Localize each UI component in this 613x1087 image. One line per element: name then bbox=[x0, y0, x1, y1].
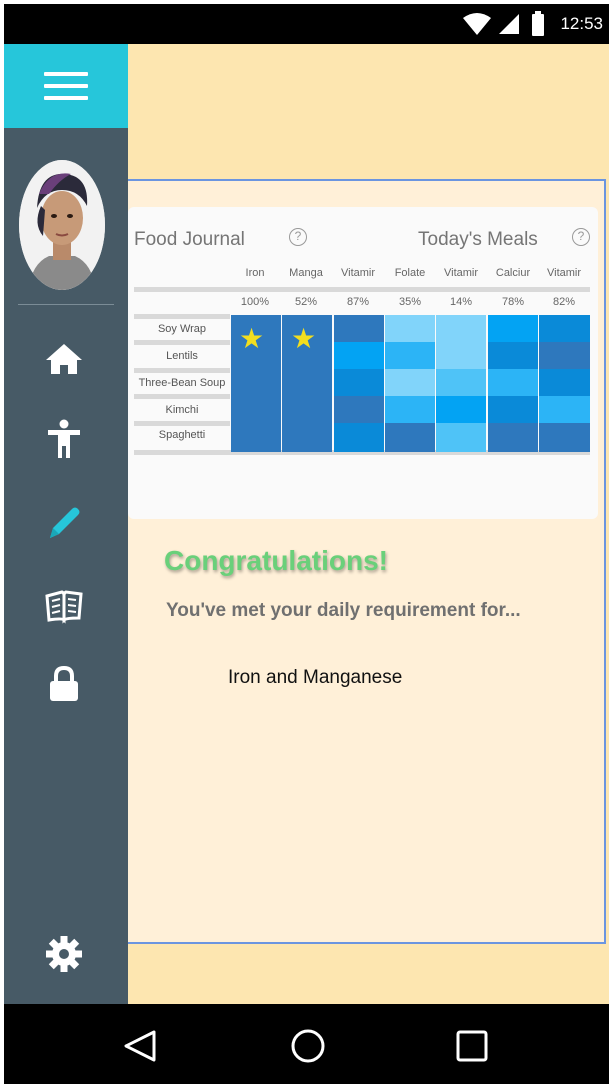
heatmap-cell bbox=[334, 369, 384, 396]
column-percent: 100% bbox=[240, 296, 270, 308]
column-percent: 35% bbox=[398, 296, 422, 308]
menu-button[interactable] bbox=[4, 44, 128, 128]
gear-icon[interactable] bbox=[44, 934, 84, 974]
recents-icon[interactable] bbox=[454, 1028, 490, 1064]
todays-meals-title: Today's Meals bbox=[418, 229, 538, 250]
lock-icon[interactable] bbox=[44, 664, 84, 704]
heatmap-cell bbox=[385, 369, 435, 396]
column-header: Calciur bbox=[495, 267, 531, 279]
heatmap-cell bbox=[385, 423, 435, 452]
food-journal-card: Food Journal ? Today's Meals ? Iron Mang… bbox=[128, 207, 598, 519]
row-divider bbox=[134, 368, 230, 373]
status-bar: 12:53 bbox=[4, 4, 609, 44]
side-nav bbox=[4, 44, 128, 1004]
back-icon[interactable] bbox=[122, 1028, 158, 1064]
heatmap-cell bbox=[488, 396, 538, 423]
table-divider bbox=[134, 287, 590, 292]
todays-meals-help-icon[interactable]: ? bbox=[572, 228, 590, 246]
wifi-icon bbox=[463, 13, 491, 35]
column-header: Folate bbox=[394, 267, 426, 279]
column-percent: 87% bbox=[346, 296, 370, 308]
congratulations-heading: Congratulations! bbox=[164, 545, 388, 576]
phone-frame: 12:53 Food Journal ? Today's Meals ? Iro… bbox=[0, 0, 613, 1087]
heatmap-cell bbox=[334, 342, 384, 369]
signal-icon bbox=[499, 14, 519, 34]
row-divider bbox=[134, 421, 230, 426]
content-frame: Food Journal ? Today's Meals ? Iron Mang… bbox=[128, 179, 606, 944]
row-divider bbox=[134, 394, 230, 399]
hamburger-icon bbox=[44, 72, 88, 76]
home-circle-icon[interactable] bbox=[290, 1028, 326, 1064]
avatar[interactable] bbox=[19, 160, 105, 290]
app-screen: Food Journal ? Today's Meals ? Iron Mang… bbox=[4, 44, 609, 1004]
heatmap-cell bbox=[488, 315, 538, 342]
heatmap-cell bbox=[436, 423, 486, 452]
home-icon[interactable] bbox=[44, 338, 84, 378]
heatmap-cell bbox=[385, 315, 435, 342]
star-icon: ★ bbox=[291, 323, 317, 354]
heatmap-cell bbox=[436, 369, 486, 396]
heatmap-cell bbox=[539, 342, 590, 369]
food-journal-title: Food Journal bbox=[134, 229, 245, 250]
column-header: Manga bbox=[289, 267, 323, 279]
column-percent: 14% bbox=[449, 296, 473, 308]
heatmap-cell bbox=[385, 396, 435, 423]
clock: 12:53 bbox=[560, 14, 603, 33]
food-journal-help-icon[interactable]: ? bbox=[289, 228, 307, 246]
heatmap-cell bbox=[488, 342, 538, 369]
hamburger-icon bbox=[44, 84, 88, 88]
heatmap-cell bbox=[539, 315, 590, 342]
row-divider bbox=[134, 314, 230, 319]
pencil-icon[interactable] bbox=[44, 502, 84, 542]
column-percent: 78% bbox=[501, 296, 525, 308]
food-row-label[interactable]: Three-Bean Soup bbox=[134, 377, 230, 389]
column-header: Vitamir bbox=[340, 267, 376, 279]
column-header: Iron bbox=[245, 267, 265, 279]
food-row-label[interactable]: Spaghetti bbox=[134, 429, 230, 441]
heatmap-cell bbox=[539, 396, 590, 423]
heatmap-cell bbox=[488, 423, 538, 452]
heatmap-cell bbox=[488, 369, 538, 396]
heatmap-cell bbox=[539, 423, 590, 452]
sidebar-divider bbox=[18, 304, 114, 305]
heatmap-cell bbox=[385, 342, 435, 369]
person-icon[interactable] bbox=[44, 418, 84, 458]
heatmap-cell bbox=[334, 423, 384, 452]
heatmap-cell bbox=[334, 396, 384, 423]
column-header: Vitamir bbox=[443, 267, 479, 279]
star-icon: ★ bbox=[239, 323, 265, 354]
android-nav-bar bbox=[4, 1004, 609, 1084]
met-nutrients-text: Iron and Manganese bbox=[228, 667, 403, 688]
battery-icon bbox=[532, 11, 544, 36]
column-percent: 52% bbox=[294, 296, 318, 308]
heatmap-cell bbox=[436, 315, 486, 369]
food-row-label[interactable]: Soy Wrap bbox=[134, 323, 230, 335]
heatmap-cell bbox=[539, 369, 590, 396]
heatmap-cell bbox=[436, 396, 486, 423]
column-header: Vitamir bbox=[546, 267, 582, 279]
heatmap-cell bbox=[334, 315, 384, 342]
food-row-label[interactable]: Kimchi bbox=[134, 404, 230, 416]
row-divider bbox=[134, 340, 230, 345]
column-percent: 82% bbox=[552, 296, 576, 308]
hamburger-icon bbox=[44, 96, 88, 100]
food-row-label[interactable]: Lentils bbox=[134, 350, 230, 362]
book-icon[interactable] bbox=[44, 586, 84, 626]
avatar-portrait bbox=[19, 160, 105, 290]
requirement-message: You've met your daily requirement for... bbox=[166, 600, 521, 621]
